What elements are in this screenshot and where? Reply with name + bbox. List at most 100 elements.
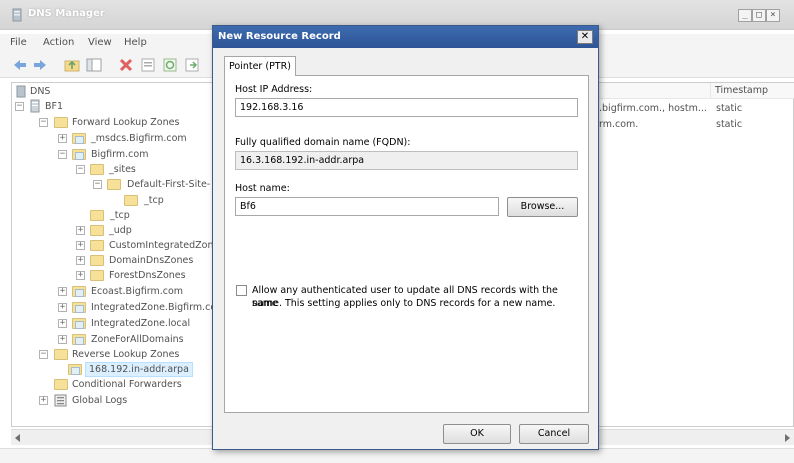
record-timestamp-cell: static — [716, 119, 743, 130]
tree-label: IntegratedZone.local — [91, 318, 191, 329]
fqdn-field: 16.3.168.192.in-addr.arpa — [235, 151, 578, 170]
expand-toggle[interactable]: + — [76, 226, 85, 235]
column-header-timestamp[interactable]: Timestamp — [711, 83, 794, 99]
tree-label: Reverse Lookup Zones — [72, 349, 180, 360]
menu-action[interactable]: Action — [43, 37, 74, 48]
new-resource-record-dialog: New Resource Record ✕ Pointer (PTR) Host… — [212, 25, 599, 450]
folder-icon — [90, 270, 104, 281]
export-list-icon[interactable] — [184, 57, 200, 73]
collapse-toggle[interactable]: − — [39, 118, 48, 127]
show-hide-tree-icon[interactable] — [86, 57, 102, 73]
dialog-close-button[interactable]: ✕ — [577, 30, 593, 44]
window-controls: _ □ × — [738, 9, 780, 22]
folder-icon — [124, 195, 138, 206]
collapse-toggle[interactable]: − — [93, 180, 102, 189]
scroll-right-icon[interactable] — [783, 434, 791, 442]
collapse-toggle[interactable]: − — [15, 102, 24, 111]
tree-label: DomainDnsZones — [109, 255, 194, 266]
scroll-left-icon[interactable] — [14, 434, 22, 442]
hostname-input[interactable]: Bf6 — [235, 197, 499, 216]
tree-label: ForestDnsZones — [109, 270, 186, 281]
record-list: Timestamp .bigfirm.com., hostm... static… — [596, 82, 794, 427]
minimize-button[interactable]: _ — [738, 9, 752, 22]
tree-label: _msdcs.Bigfirm.com — [91, 133, 187, 144]
zone-icon — [72, 334, 86, 345]
expand-toggle[interactable]: + — [58, 335, 67, 344]
tree-label: _tcp — [144, 195, 164, 206]
expand-toggle[interactable]: + — [58, 319, 67, 328]
tree-label: BF1 — [45, 101, 64, 112]
collapse-toggle[interactable]: − — [58, 150, 67, 159]
record-data-cell: .bigfirm.com., hostm... — [599, 103, 707, 114]
back-arrow-icon[interactable] — [12, 57, 28, 73]
up-folder-icon[interactable] — [64, 57, 80, 73]
server-icon — [30, 99, 40, 113]
folder-icon — [107, 179, 121, 190]
dns-root-icon — [16, 85, 26, 98]
log-icon — [54, 394, 67, 407]
tree-label: Ecoast.Bigfirm.com — [91, 286, 184, 297]
folder-icon — [54, 349, 68, 360]
host-ip-label: Host IP Address: — [235, 84, 313, 95]
record-data-cell: rm.com. — [599, 119, 639, 130]
expand-toggle[interactable]: + — [76, 271, 85, 280]
zone-icon — [72, 133, 86, 144]
folder-icon — [90, 225, 104, 236]
tree-label-selected: 168.192.in-addr.arpa — [85, 362, 193, 377]
tree-label: Forward Lookup Zones — [72, 117, 180, 128]
tree-label: IntegratedZone.Bigfirm.cc — [91, 302, 216, 313]
cancel-button[interactable]: Cancel — [519, 424, 589, 444]
menu-view[interactable]: View — [88, 37, 112, 48]
zone-icon — [72, 302, 86, 313]
menu-file[interactable]: File — [10, 37, 27, 48]
hostname-label: Host name: — [235, 183, 290, 194]
tree-label: Bigfirm.com — [91, 149, 149, 160]
close-window-button[interactable]: × — [766, 9, 780, 22]
collapse-toggle[interactable]: − — [39, 350, 48, 359]
expand-toggle[interactable]: + — [58, 287, 67, 296]
host-ip-input[interactable]: 192.168.3.16 — [235, 98, 578, 117]
dialog-titlebar: New Resource Record ✕ — [213, 26, 598, 48]
menu-help[interactable]: Help — [124, 37, 147, 48]
expand-toggle[interactable]: + — [58, 303, 67, 312]
folder-icon — [90, 164, 104, 175]
tree-label: Conditional Forwarders — [72, 379, 182, 390]
allow-update-checkbox[interactable] — [236, 285, 247, 296]
status-bar — [0, 448, 794, 463]
tree-label: _sites — [109, 164, 136, 175]
zone-icon — [72, 149, 86, 160]
folder-icon — [90, 255, 104, 266]
column-header-data[interactable] — [597, 83, 711, 99]
console-tree: DNS − BF1 − Forward Lookup Zones + _msdc… — [11, 82, 220, 427]
allow-update-text-line2: name. This setting applies only to DNS r… — [252, 298, 556, 309]
tree-label: DNS — [30, 86, 51, 97]
expand-toggle[interactable]: + — [39, 396, 48, 405]
zone-icon — [72, 318, 86, 329]
dns-app-icon — [12, 8, 22, 22]
folder-icon — [90, 210, 104, 221]
refresh-icon[interactable] — [162, 57, 178, 73]
ok-button[interactable]: OK — [443, 424, 511, 444]
tree-label: ZoneForAllDomains — [91, 334, 184, 345]
properties-icon[interactable] — [140, 57, 156, 73]
delete-icon[interactable] — [118, 57, 134, 73]
tree-label: _udp — [109, 225, 132, 236]
expand-toggle[interactable]: + — [76, 241, 85, 250]
dialog-title: New Resource Record — [218, 31, 341, 42]
collapse-toggle[interactable]: − — [76, 165, 85, 174]
forward-arrow-icon[interactable] — [32, 57, 48, 73]
tree-label: CustomIntegratedZon — [109, 240, 214, 251]
main-window-title: DNS Manager — [28, 8, 105, 19]
fqdn-label: Fully qualified domain name (FQDN): — [235, 137, 411, 148]
tab-pointer-ptr[interactable]: Pointer (PTR) — [224, 56, 296, 76]
folder-icon — [54, 379, 68, 390]
expand-toggle[interactable]: + — [58, 134, 67, 143]
expand-toggle[interactable]: + — [76, 256, 85, 265]
tree-label: Global Logs — [72, 395, 128, 406]
folder-icon — [90, 240, 104, 251]
record-timestamp-cell: static — [716, 103, 743, 114]
browse-button[interactable]: Browse... — [507, 197, 578, 217]
zone-icon — [68, 364, 82, 375]
maximize-button[interactable]: □ — [752, 9, 766, 22]
folder-icon — [54, 117, 68, 128]
